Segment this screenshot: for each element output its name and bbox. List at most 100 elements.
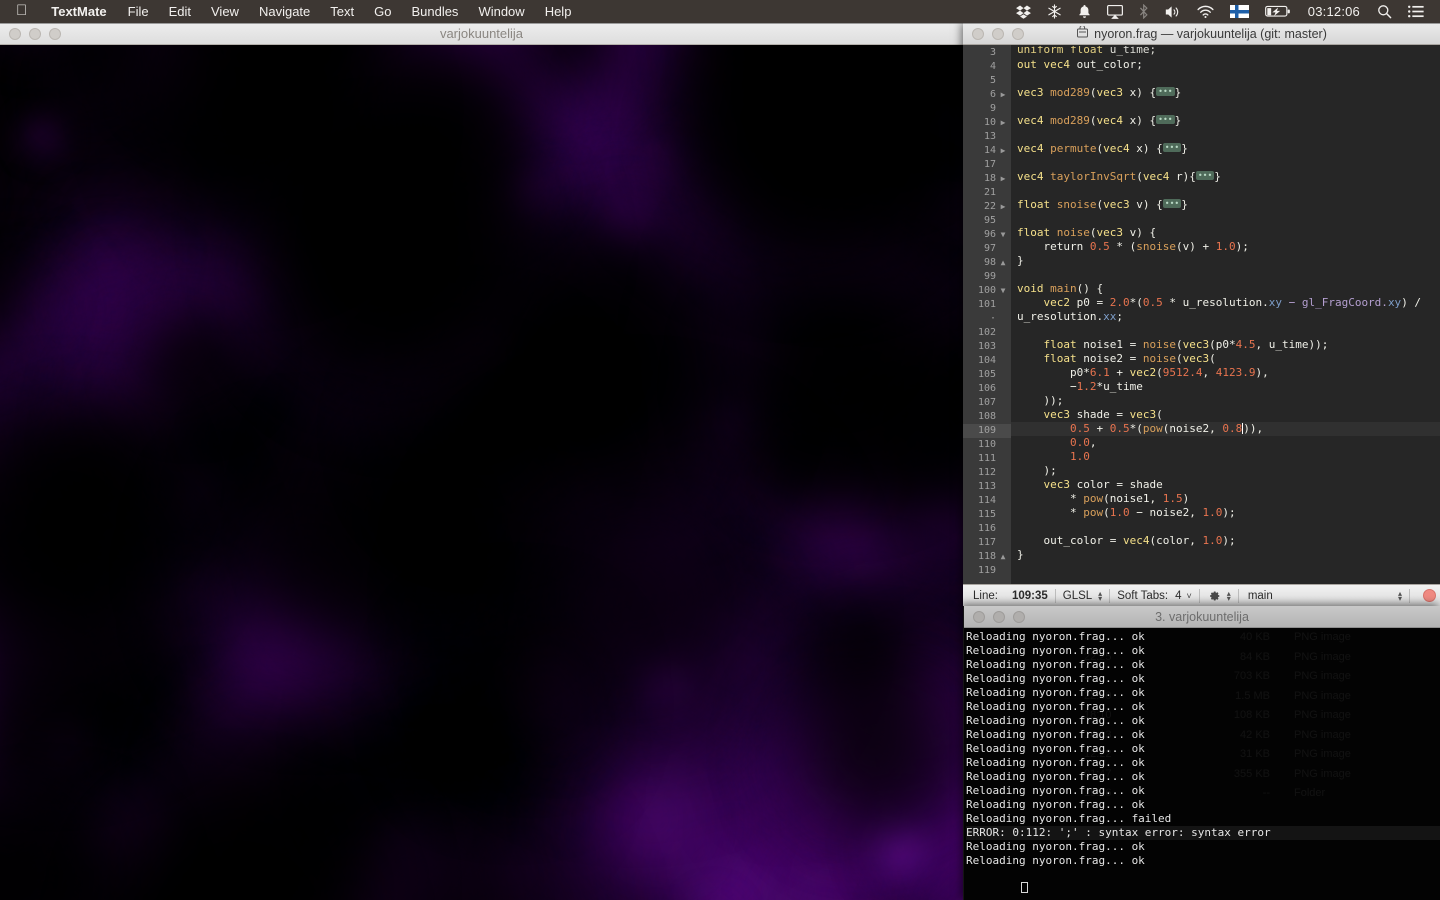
list-menu-icon[interactable]: [1400, 0, 1432, 23]
shader-window-titlebar[interactable]: varjokuuntelija: [0, 23, 963, 45]
gutter-line[interactable]: 17: [963, 158, 1011, 172]
folded-code-badge[interactable]: •••: [1156, 87, 1175, 96]
soft-tabs-value[interactable]: 4: [1168, 590, 1181, 602]
gutter-line[interactable]: 21: [963, 186, 1011, 200]
menu-item-help[interactable]: Help: [535, 0, 582, 23]
bell-icon[interactable]: [1070, 0, 1099, 23]
code-line[interactable]: out_color = vec4(color, 1.0);: [1017, 534, 1440, 548]
gutter-line[interactable]: 115: [963, 508, 1011, 522]
wifi-icon[interactable]: [1189, 0, 1222, 23]
fold-toggle-icon[interactable]: ▶: [998, 116, 1008, 130]
gutter-line[interactable]: 5: [963, 74, 1011, 88]
textmate-editor-window[interactable]: nyoron.frag — varjokuuntelija (git: mast…: [963, 23, 1440, 606]
gutter-line[interactable]: 106: [963, 382, 1011, 396]
gutter-line[interactable]: 105: [963, 368, 1011, 382]
gutter-line[interactable]: 99: [963, 270, 1011, 284]
code-line[interactable]: u_resolution.xx;: [1017, 310, 1440, 324]
gear-icon[interactable]: [1207, 589, 1221, 603]
gutter-line[interactable]: 22 ▶: [963, 200, 1011, 214]
code-line[interactable]: }: [1017, 254, 1440, 268]
gutter-line[interactable]: 108: [963, 410, 1011, 424]
menu-item-view[interactable]: View: [201, 0, 249, 23]
editor-titlebar[interactable]: nyoron.frag — varjokuuntelija (git: mast…: [963, 23, 1440, 45]
gutter-line[interactable]: 101: [963, 298, 1011, 312]
battery-charging-icon[interactable]: [1257, 0, 1299, 23]
gutter-line[interactable]: ·: [963, 312, 1011, 326]
code-line[interactable]: [1017, 128, 1440, 142]
gutter-line[interactable]: 96 ▼: [963, 228, 1011, 242]
code-line[interactable]: −1.2*u_time: [1017, 380, 1440, 394]
gutter-line[interactable]: 18 ▶: [963, 172, 1011, 186]
menu-item-window[interactable]: Window: [468, 0, 534, 23]
fold-toggle-icon[interactable]: ▼: [998, 228, 1008, 242]
menu-bar-clock[interactable]: 03:12:06: [1299, 4, 1369, 19]
gutter-line[interactable]: 117: [963, 536, 1011, 550]
gutter-line[interactable]: 4: [963, 60, 1011, 74]
code-text-area[interactable]: uniform float u_time; out vec4 out_color;…: [1011, 45, 1440, 584]
code-line[interactable]: vec2 p0 = 2.0*(0.5 * u_resolution.xy − g…: [1017, 296, 1440, 310]
chevron-down-icon[interactable]: ˅: [1187, 591, 1192, 601]
code-line[interactable]: [1017, 100, 1440, 114]
gutter-line[interactable]: 97: [963, 242, 1011, 256]
code-line[interactable]: [1017, 520, 1440, 534]
gutter-line[interactable]: 14 ▶: [963, 144, 1011, 158]
menu-bar-left[interactable]:  TextMate File Edit View Navigate Text …: [0, 0, 581, 23]
macos-menu-bar[interactable]:  TextMate File Edit View Navigate Text …: [0, 0, 1440, 23]
gutter-line[interactable]: 116: [963, 522, 1011, 536]
code-line[interactable]: void main() {: [1017, 282, 1440, 296]
volume-icon[interactable]: [1157, 0, 1189, 23]
code-line[interactable]: float noise1 = noise(vec3(p0*4.5, u_time…: [1017, 338, 1440, 352]
code-line[interactable]: }: [1017, 548, 1440, 562]
code-line[interactable]: 0.5 + 0.5*(pow(noise2, 0.8)),: [1011, 422, 1440, 436]
terminal-window[interactable]: 3. varjokuuntelija 40 KB PNG image 22:25 84…: [963, 606, 1440, 900]
code-line[interactable]: float noise2 = noise(vec3(: [1017, 352, 1440, 366]
code-line[interactable]: out vec4 out_color;: [1017, 58, 1440, 72]
gutter-line[interactable]: 3: [963, 46, 1011, 60]
menu-bar-status-area[interactable]: 03:12:06: [1008, 0, 1440, 23]
folded-code-badge[interactable]: •••: [1162, 143, 1182, 152]
editor-status-bar[interactable]: Line: 109:35 GLSL ▴ ▾ Soft Tabs: 4 ˅ ▴ ▾ m…: [963, 584, 1440, 606]
menu-item-app-name[interactable]: TextMate: [40, 0, 117, 23]
bluetooth-icon[interactable]: [1131, 0, 1157, 23]
gutter-line[interactable]: 9: [963, 102, 1011, 116]
code-line[interactable]: vec3 mod289(vec3 x) {•••}: [1017, 86, 1440, 100]
code-line[interactable]: vec3 color = shade: [1017, 478, 1440, 492]
fold-toggle-icon[interactable]: ▶: [998, 200, 1008, 214]
gutter-line[interactable]: 112: [963, 466, 1011, 480]
code-line[interactable]: [1017, 156, 1440, 170]
gutter-line[interactable]: 110: [963, 438, 1011, 452]
gutter-line[interactable]: 95: [963, 214, 1011, 228]
editor-body[interactable]: 3 4 5 6 ▶ 9 10 ▶ 13 14 ▶ 17 18 ▶ 21 22 ▶ 95 96 ▼ 97 98 ▲ 99 100 ▼…: [963, 45, 1440, 584]
menu-item-text[interactable]: Text: [320, 0, 364, 23]
code-line[interactable]: [1017, 324, 1440, 338]
line-value[interactable]: 109:35: [998, 590, 1048, 602]
code-line[interactable]: uniform float u_time;: [1017, 46, 1440, 58]
code-line[interactable]: return 0.5 * (snoise(v) + 1.0);: [1017, 240, 1440, 254]
gutter-line[interactable]: 6 ▶: [963, 88, 1011, 102]
code-line[interactable]: vec4 taylorInvSqrt(vec4 r){•••}: [1017, 170, 1440, 184]
record-macro-icon[interactable]: [1423, 589, 1436, 602]
menu-item-file[interactable]: File: [118, 0, 159, 23]
code-line[interactable]: [1017, 212, 1440, 226]
fold-toggle-icon[interactable]: ▶: [998, 172, 1008, 186]
code-line[interactable]: vec3 shade = vec3(: [1017, 408, 1440, 422]
line-number-gutter[interactable]: 3 4 5 6 ▶ 9 10 ▶ 13 14 ▶ 17 18 ▶ 21 22 ▶ 95 96 ▼ 97 98 ▲ 99 100 ▼…: [963, 45, 1011, 584]
gutter-line[interactable]: 113: [963, 480, 1011, 494]
gutter-line[interactable]: 100 ▼: [963, 284, 1011, 298]
language-stepper-icon[interactable]: ▴ ▾: [1098, 589, 1102, 602]
terminal-output[interactable]: 40 KB PNG image 22:25 84 KB PNG image 703 KB P…: [964, 628, 1440, 900]
code-line[interactable]: 0.0,: [1017, 436, 1440, 450]
code-line[interactable]: vec4 mod289(vec4 x) {•••}: [1017, 114, 1440, 128]
folded-code-badge[interactable]: •••: [1162, 199, 1182, 208]
menu-item-go[interactable]: Go: [364, 0, 401, 23]
gutter-line[interactable]: 102: [963, 326, 1011, 340]
symbol-selector[interactable]: main: [1246, 590, 1273, 602]
code-line[interactable]: float snoise(vec3 v) {•••}: [1017, 198, 1440, 212]
bundle-stepper-icon[interactable]: ▴ ▾: [1227, 589, 1231, 602]
code-line[interactable]: [1017, 184, 1440, 198]
symbol-stepper-icon[interactable]: ▴ ▾: [1398, 589, 1402, 602]
gutter-line[interactable]: 109: [963, 424, 1011, 438]
gutter-line[interactable]: 119: [963, 564, 1011, 578]
gutter-line[interactable]: 114: [963, 494, 1011, 508]
gutter-line[interactable]: 13: [963, 130, 1011, 144]
